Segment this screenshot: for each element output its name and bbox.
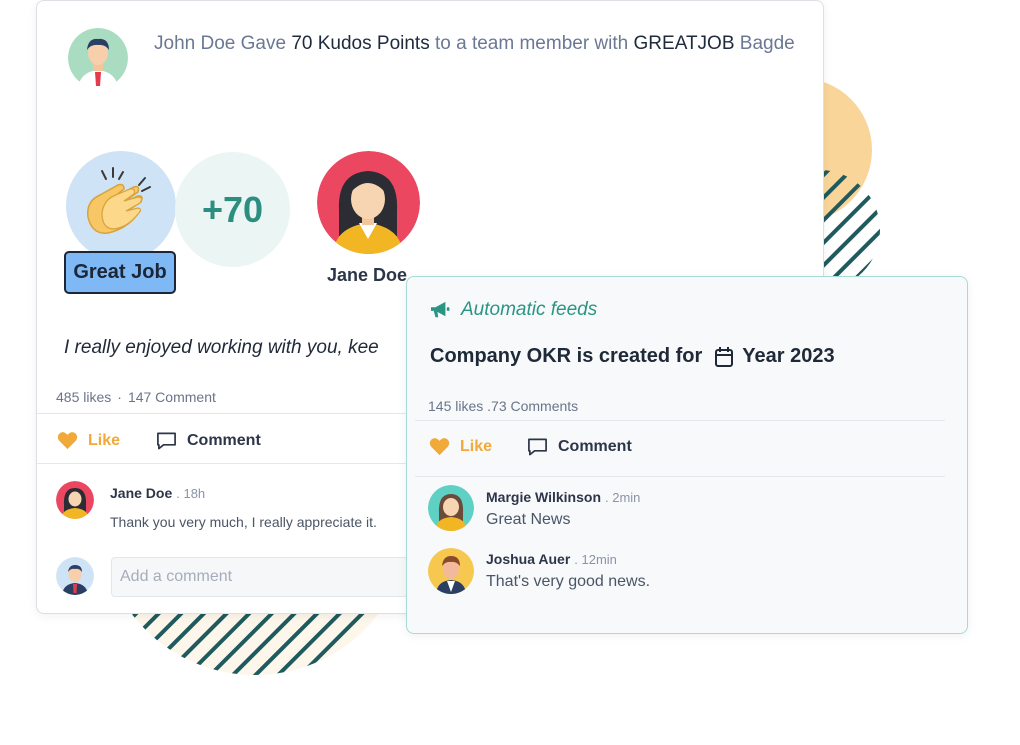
okr-text: Company OKR is created for <box>430 345 703 367</box>
comments-count[interactable]: 147 Comment <box>128 389 216 405</box>
feed-comment-author: Joshua Auer . 12min <box>486 551 617 567</box>
calendar-icon <box>715 346 734 367</box>
recipient-avatar[interactable] <box>317 151 420 254</box>
okr-year: Year 2023 <box>742 345 835 367</box>
add-comment-input[interactable] <box>111 557 451 597</box>
like-button[interactable]: Like <box>57 431 120 450</box>
feed-stats-divider <box>415 420 945 421</box>
commenter-avatar[interactable] <box>56 481 94 519</box>
middle-text: to a team member with <box>434 33 629 54</box>
feed-like-label: Like <box>460 437 493 455</box>
feed-comment-text: That's very good news. <box>486 573 651 590</box>
badge-word: Bagde <box>739 33 795 54</box>
giver-avatar[interactable] <box>68 28 128 88</box>
kudos-message: I really enjoyed working with you, kee <box>64 337 379 358</box>
feed-title-label: Automatic feeds <box>461 299 598 320</box>
okr-announcement: Company OKR is created for Year 2023 <box>430 345 835 368</box>
comment-button[interactable]: Comment <box>156 431 261 451</box>
feed-comment-author: Margie Wilkinson . 2min <box>486 489 640 505</box>
feed-comment-time: . 2min <box>605 490 641 505</box>
heart-icon <box>429 438 450 456</box>
margie-avatar[interactable] <box>428 485 474 531</box>
feed-comment-button[interactable]: Comment <box>527 437 632 457</box>
giver-name[interactable]: John Doe <box>154 33 235 54</box>
megaphone-icon <box>431 301 450 318</box>
badge-icon-circle <box>66 151 176 261</box>
automatic-feed-card: Automatic feeds Company OKR is created f… <box>406 276 968 634</box>
joshua-avatar[interactable] <box>428 548 474 594</box>
likes-count[interactable]: 485 likes <box>56 389 111 405</box>
like-label: Like <box>88 431 121 449</box>
badge-code: GREATJOB <box>633 33 735 54</box>
kudos-headline: John Doe Gave 70 Kudos Points to a team … <box>154 29 804 59</box>
comment-text: Thank you very much, I really appreciate… <box>110 514 377 530</box>
comment-icon <box>528 438 547 456</box>
post-stats: 485 likes · 147 Comment <box>56 389 216 405</box>
clapping-hands-icon <box>87 167 151 234</box>
feed-comment-author-name[interactable]: Margie Wilkinson <box>486 489 601 505</box>
feed-actions-divider <box>415 476 945 477</box>
points-display: +70 <box>175 152 290 267</box>
feed-title: Automatic feeds <box>429 299 597 321</box>
feed-stats: 145 likes .73 Comments <box>428 398 579 414</box>
comment-author: Jane Doe . 18h <box>110 485 205 501</box>
comment-icon <box>157 432 176 450</box>
feed-comment-time: . 12min <box>574 552 617 567</box>
feed-comment-author-name[interactable]: Joshua Auer <box>486 551 570 567</box>
heart-icon <box>57 432 78 450</box>
recipient-name[interactable]: Jane Doe <box>317 265 417 286</box>
feed-like-button[interactable]: Like <box>429 437 492 456</box>
comment-label: Comment <box>187 432 261 449</box>
feed-comment-label: Comment <box>558 438 632 455</box>
points-text: 70 Kudos Points <box>291 33 430 54</box>
badge-label[interactable]: Great Job <box>64 251 176 294</box>
current-user-avatar <box>56 557 94 595</box>
gave-word: Gave <box>240 33 287 54</box>
feed-comment-text: Great News <box>486 511 571 528</box>
comment-author-name[interactable]: Jane Doe <box>110 485 172 501</box>
comment-time: . 18h <box>176 486 206 501</box>
